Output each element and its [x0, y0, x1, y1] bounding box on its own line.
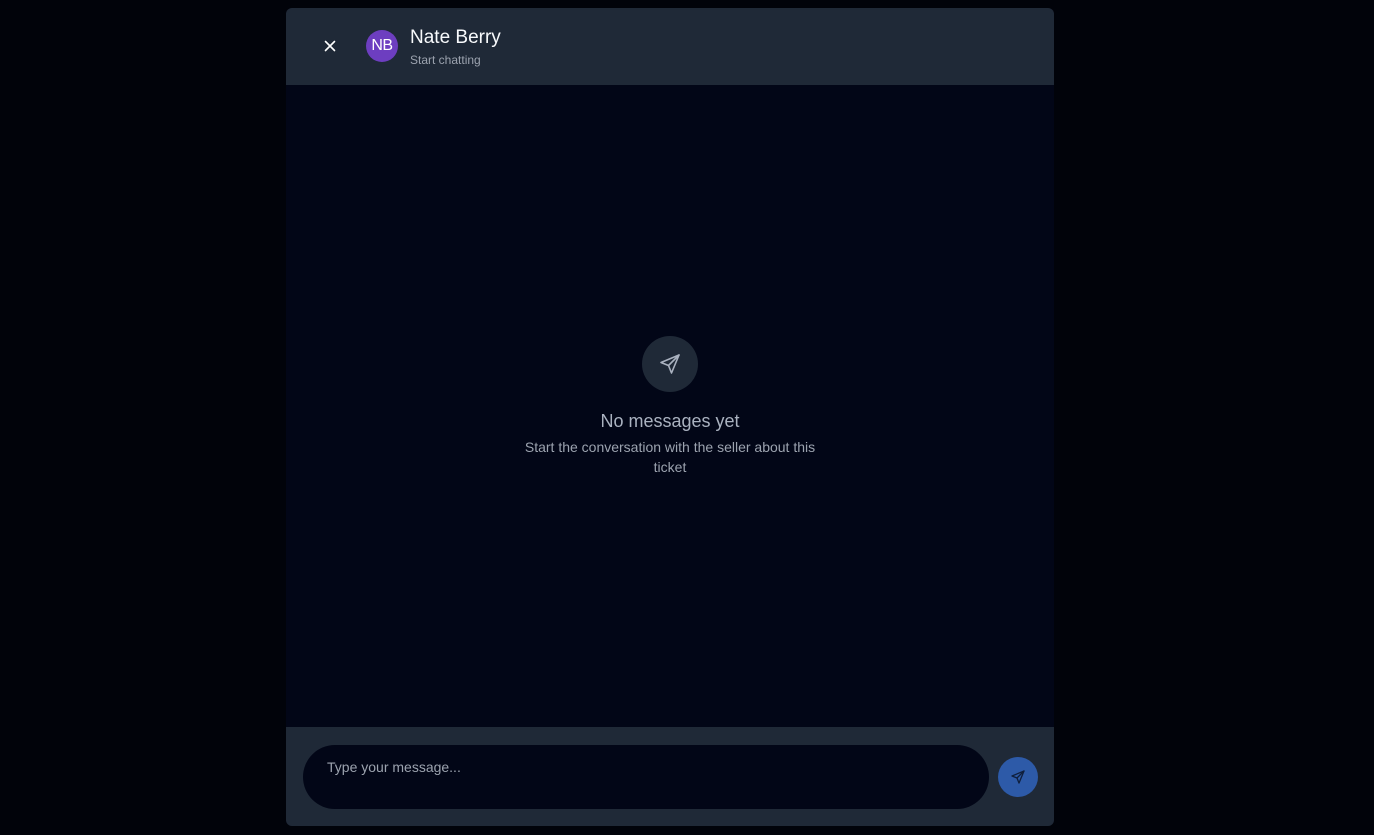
avatar: NB	[366, 30, 398, 62]
chat-header: NB Nate Berry Start chatting	[286, 8, 1054, 85]
empty-state-icon-badge	[642, 336, 698, 392]
contact-status: Start chatting	[410, 53, 481, 67]
message-input[interactable]	[303, 745, 989, 809]
send-button[interactable]	[998, 757, 1038, 797]
empty-state-title: No messages yet	[600, 411, 740, 431]
message-composer	[286, 727, 1054, 826]
empty-state-subtitle: Start the conversation with the seller a…	[524, 439, 816, 475]
chat-modal: NB Nate Berry Start chatting No messages…	[286, 8, 1054, 826]
contact-name: Nate Berry	[410, 27, 501, 48]
messages-area: No messages yet Start the conversation w…	[286, 85, 1054, 727]
close-icon	[324, 40, 336, 52]
send-icon	[1011, 770, 1025, 784]
close-button[interactable]	[319, 35, 341, 57]
avatar-initials: NB	[371, 37, 393, 54]
send-icon	[660, 354, 680, 374]
